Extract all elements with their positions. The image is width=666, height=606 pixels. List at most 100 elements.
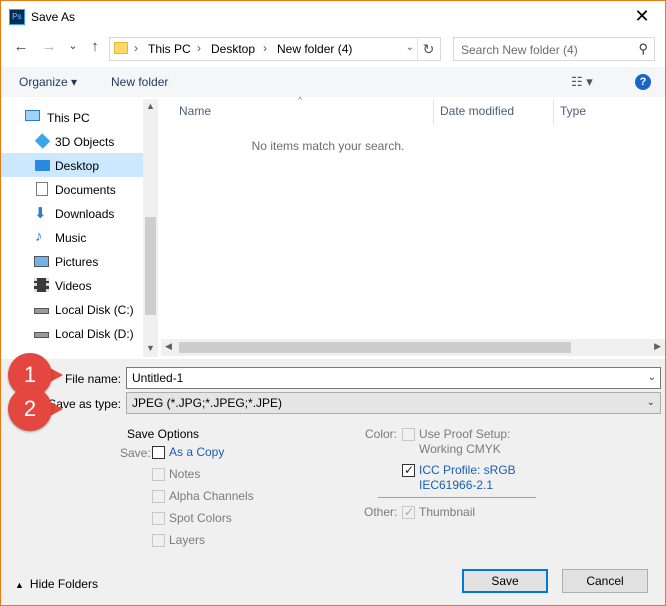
horizontal-scroll-thumb[interactable] bbox=[179, 342, 571, 353]
hide-folders-toggle[interactable]: ▲ Hide Folders bbox=[15, 577, 98, 591]
notes-checkbox[interactable] bbox=[152, 468, 165, 481]
scroll-up-icon[interactable]: ▲ bbox=[143, 101, 158, 111]
sidebar-item-this-pc[interactable]: This PC bbox=[1, 105, 143, 129]
search-box[interactable]: Search New folder (4) ⚲ bbox=[453, 37, 655, 61]
alpha-channels-label: Alpha Channels bbox=[169, 489, 254, 503]
column-label: Date modified bbox=[440, 104, 515, 118]
close-button[interactable]: ✕ bbox=[629, 5, 655, 27]
breadcrumb-separator-icon: › bbox=[134, 41, 138, 55]
thumbnail-label: Thumbnail bbox=[419, 505, 476, 519]
layers-checkbox[interactable] bbox=[152, 534, 165, 547]
help-icon[interactable]: ? bbox=[635, 74, 651, 90]
document-icon bbox=[36, 182, 48, 196]
cancel-button[interactable]: Cancel bbox=[562, 569, 648, 593]
up-arrow-icon[interactable]: ↑ bbox=[85, 38, 105, 55]
sidebar-item-3d-objects[interactable]: 3D Objects bbox=[1, 129, 143, 153]
use-proof-setup-checkbox[interactable] bbox=[402, 428, 415, 441]
use-proof-setup-label: Use Proof Setup: bbox=[419, 427, 511, 441]
hide-folders-label: Hide Folders bbox=[29, 577, 98, 591]
chevron-down-icon[interactable]: ⌄ bbox=[648, 372, 656, 383]
breadcrumb-separator-icon: › bbox=[197, 41, 201, 55]
folder-icon bbox=[114, 42, 128, 54]
music-icon: ♪ bbox=[35, 228, 43, 245]
back-arrow-icon[interactable]: ← bbox=[11, 38, 31, 55]
as-a-copy-label[interactable]: As a Copy bbox=[169, 445, 224, 459]
sidebar-item-local-disk-d[interactable]: Local Disk (D:) bbox=[1, 321, 143, 345]
sidebar-item-label: Local Disk (C:) bbox=[55, 303, 134, 317]
organize-menu[interactable]: Organize ▾ bbox=[19, 75, 77, 89]
breadcrumb-desktop[interactable]: Desktop bbox=[211, 42, 255, 56]
sidebar-item-desktop[interactable]: Desktop bbox=[1, 153, 143, 177]
breadcrumb-new-folder[interactable]: New folder (4) bbox=[277, 42, 352, 56]
breadcrumb-separator-icon: › bbox=[263, 41, 267, 55]
new-folder-button[interactable]: New folder bbox=[111, 75, 168, 89]
sidebar-item-label: Music bbox=[55, 231, 87, 245]
divider bbox=[378, 497, 536, 498]
address-bar[interactable]: › This PC › Desktop › New folder (4) ⌄ ↻ bbox=[109, 37, 441, 61]
command-bar: Organize ▾ New folder ☷ ▾ ? bbox=[1, 67, 665, 97]
column-header-date-modified[interactable]: Date modified bbox=[434, 99, 553, 125]
working-cmyk-label: Working CMYK bbox=[419, 442, 501, 456]
sidebar-item-label: Local Disk (D:) bbox=[55, 327, 134, 341]
spot-colors-checkbox[interactable] bbox=[152, 512, 165, 525]
sidebar-item-downloads[interactable]: ⬇ Downloads bbox=[1, 201, 143, 225]
chevron-down-icon[interactable]: ⌄ bbox=[406, 42, 414, 53]
alpha-channels-checkbox[interactable] bbox=[152, 490, 165, 503]
refresh-icon[interactable]: ↻ bbox=[417, 38, 439, 60]
view-options-icon[interactable]: ☷ ▾ bbox=[571, 74, 593, 90]
photoshop-app-icon: Ps bbox=[9, 9, 25, 25]
window-title: Save As bbox=[31, 10, 76, 24]
file-name-input[interactable]: Untitled-1 ⌄ bbox=[126, 367, 661, 389]
sidebar-item-label: 3D Objects bbox=[55, 135, 115, 149]
sidebar-item-music[interactable]: ♪ Music bbox=[1, 225, 143, 249]
download-icon: ⬇ bbox=[34, 205, 47, 222]
pc-icon bbox=[25, 110, 40, 121]
sort-up-icon: ^ bbox=[298, 95, 303, 105]
save-as-type-value: JPEG (*.JPG;*.JPEG;*.JPE) bbox=[132, 396, 283, 410]
sidebar-item-label: Downloads bbox=[55, 207, 115, 221]
disk-icon bbox=[34, 332, 49, 338]
sidebar-item-label: Pictures bbox=[55, 255, 99, 269]
save-as-type-select[interactable]: JPEG (*.JPG;*.JPEG;*.JPE) ⌄ bbox=[126, 392, 661, 414]
forward-arrow-icon[interactable]: → bbox=[39, 38, 59, 55]
save-button[interactable]: Save bbox=[462, 569, 548, 593]
save-options-heading: Save Options bbox=[127, 427, 200, 441]
empty-message: No items match your search. bbox=[251, 139, 405, 153]
sidebar-item-videos[interactable]: Videos bbox=[1, 273, 143, 297]
checkmark-icon: ✓ bbox=[404, 463, 415, 477]
sidebar-item-label: Documents bbox=[55, 183, 116, 197]
notes-label: Notes bbox=[169, 467, 201, 481]
sidebar-item-label: Desktop bbox=[55, 159, 100, 173]
save-form-panel: File name: Untitled-1 ⌄ Save as type: JP… bbox=[1, 353, 665, 605]
pictures-icon bbox=[34, 256, 49, 267]
icc-profile-label[interactable]: ICC Profile: sRGB bbox=[419, 463, 516, 477]
column-label: Type bbox=[560, 104, 587, 118]
save-as-dialog: Ps Save As ✕ ← → ⌄ ↑ › This PC › Desktop… bbox=[0, 0, 666, 606]
cube-icon bbox=[34, 133, 51, 149]
scroll-right-icon[interactable]: ▶ bbox=[654, 341, 661, 352]
icc-profile-checkbox[interactable]: ✓ bbox=[402, 463, 415, 477]
title-bar: Ps Save As ✕ bbox=[1, 1, 665, 33]
breadcrumb-this-pc[interactable]: This PC bbox=[148, 42, 191, 56]
sidebar-item-documents[interactable]: Documents bbox=[1, 177, 143, 201]
video-icon bbox=[34, 278, 49, 292]
as-a-copy-checkbox[interactable] bbox=[152, 446, 165, 459]
chevron-down-icon[interactable]: ⌄ bbox=[647, 397, 655, 408]
column-header-name[interactable]: Name ^ bbox=[161, 95, 433, 125]
sidebar-scrollbar[interactable]: ▲ ▼ bbox=[143, 99, 158, 357]
recent-locations-icon[interactable]: ⌄ bbox=[63, 39, 83, 52]
icc-profile-detail: IEC61966-2.1 bbox=[419, 478, 494, 492]
layers-label: Layers bbox=[169, 533, 206, 547]
scroll-left-icon[interactable]: ◀ bbox=[165, 341, 172, 352]
sidebar-item-label: This PC bbox=[47, 111, 90, 125]
sidebar-item-local-disk-c[interactable]: Local Disk (C:) bbox=[1, 297, 143, 321]
file-list-horizontal-scrollbar[interactable]: ◀ ▶ bbox=[161, 339, 665, 356]
thumbnail-checkbox[interactable]: ✓ bbox=[402, 505, 415, 519]
sidebar-item-pictures[interactable]: Pictures bbox=[1, 249, 143, 273]
disk-icon bbox=[34, 308, 49, 314]
other-label: Other: bbox=[364, 505, 398, 519]
column-header-type[interactable]: Type bbox=[554, 99, 654, 125]
checkmark-icon: ✓ bbox=[404, 505, 415, 519]
sidebar-scroll-thumb[interactable] bbox=[145, 217, 156, 315]
scroll-down-icon[interactable]: ▼ bbox=[143, 343, 158, 353]
